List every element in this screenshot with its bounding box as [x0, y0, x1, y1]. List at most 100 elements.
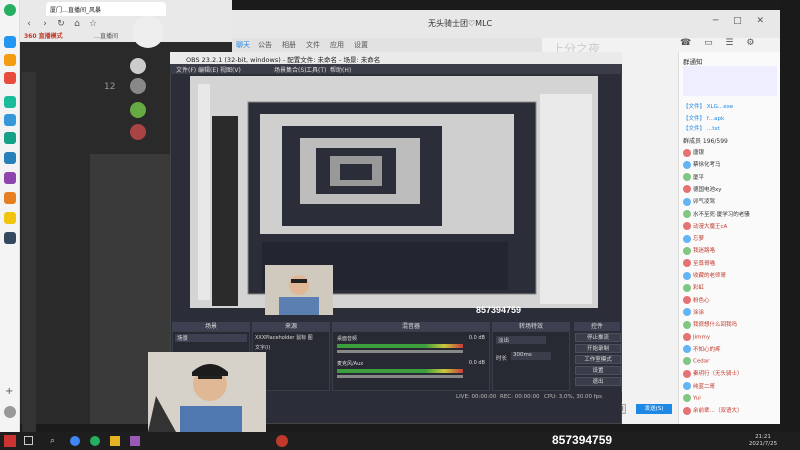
mixer-track-1-db: 0.0 dB	[468, 335, 485, 341]
member-row[interactable]: 卯气凌驾	[683, 197, 715, 208]
home-icon[interactable]: ⌂	[72, 19, 82, 29]
window-controls[interactable]: ─ □ ✕	[713, 16, 770, 26]
member-row[interactable]: 收藏的老师哥	[683, 271, 726, 282]
settings-button[interactable]: 设置	[575, 366, 621, 375]
member-row[interactable]: 至尊哥喵	[683, 259, 715, 270]
member-row[interactable]: Jimmy	[683, 332, 711, 344]
chrome-icon[interactable]	[70, 436, 80, 446]
source-item-2[interactable]: 文字(I)	[255, 344, 270, 351]
app-icon-1[interactable]	[4, 36, 16, 48]
member-row[interactable]: 粉色心	[683, 296, 710, 307]
member-name: 水不至死·厦学习的老骚	[693, 211, 750, 218]
file-2[interactable]: 【文件】 f…apk	[683, 114, 724, 122]
member-row[interactable]: Yui	[683, 394, 701, 405]
app-icon-2[interactable]	[4, 54, 16, 66]
member-avatar	[683, 185, 691, 194]
member-row[interactable]: 涂涂	[683, 308, 704, 319]
studio-mode-button[interactable]: 工作室模式	[575, 355, 621, 364]
menu-file[interactable]: 文件(F)	[176, 65, 196, 74]
obs-taskbar-icon[interactable]	[276, 435, 288, 447]
member-row[interactable]: 彩虹	[683, 283, 704, 294]
member-row[interactable]: 我迷路咯	[683, 246, 715, 257]
app-icon-11[interactable]	[4, 232, 16, 244]
mixer-slider-2[interactable]	[337, 375, 463, 378]
duration-input[interactable]: 300ms	[511, 352, 551, 360]
member-row[interactable]: 动漫大魔王cA	[683, 222, 727, 233]
member-row[interactable]: 余前辈…（双语大）	[683, 406, 743, 417]
member-row[interactable]: 水不至死·厦学习的老骚	[683, 210, 750, 221]
stop-stream-button[interactable]: 停止推流	[575, 333, 621, 342]
source-item-1[interactable]: XXXPlaceholder 鼠标 图	[255, 334, 313, 341]
right-strip	[780, 0, 800, 432]
member-row[interactable]: 纯蓝二哥	[683, 382, 715, 393]
member-name: 德国电池xy	[693, 186, 722, 193]
member-name: Cedar	[693, 358, 710, 365]
start-recording-button[interactable]: 开始录制	[575, 344, 621, 353]
file-3[interactable]: 【文件】 …txt	[683, 124, 720, 132]
send-button[interactable]: 发送(S)	[636, 404, 672, 414]
search-icon[interactable]: ⌕	[50, 436, 55, 446]
member-avatar	[683, 369, 691, 378]
menu-tools[interactable]: 工具(T)	[306, 65, 326, 74]
scene-item[interactable]: 场景	[175, 334, 247, 342]
refresh-icon[interactable]: ↻	[56, 19, 66, 29]
member-row[interactable]: 秦玥行（无头骑士）	[683, 369, 743, 380]
member-row[interactable]: Cedar	[683, 357, 709, 368]
app-icon-6[interactable]	[4, 132, 16, 144]
windows-icon[interactable]	[24, 436, 33, 445]
app-icon-3[interactable]	[4, 72, 16, 84]
qq-toolbar-icons[interactable]: ☎ ▭ ☰ ⚙	[680, 38, 759, 48]
viewer-count: 857394759	[552, 433, 613, 447]
member-row[interactable]: 我很想什么回我吗	[683, 320, 737, 331]
tab2-title[interactable]: …直播间	[94, 31, 118, 40]
app-dock: +	[0, 0, 20, 432]
qq-nav-notice[interactable]: 公告	[258, 40, 272, 50]
qq-nav-files[interactable]: 文件	[306, 40, 320, 50]
settings-icon[interactable]	[4, 406, 16, 418]
explorer-icon[interactable]	[110, 436, 120, 446]
add-icon[interactable]: +	[5, 386, 13, 397]
app-icon-8[interactable]	[4, 172, 16, 184]
member-row[interactable]: 唐银	[683, 148, 704, 159]
group-title: 无头骑士团♡MLC	[428, 19, 493, 28]
member-name: Jimmy	[693, 334, 711, 340]
qq-nav-settings[interactable]: 设置	[354, 40, 368, 50]
member-row[interactable]: 忘萝	[683, 234, 704, 245]
sources-header: 来源	[252, 322, 330, 331]
mixer-slider-1[interactable]	[337, 350, 463, 353]
qq-nav-apps[interactable]: 应用	[330, 40, 344, 50]
app-icon-5[interactable]	[4, 114, 16, 126]
member-row[interactable]: 德国电池xy	[683, 185, 722, 196]
menu-edit[interactable]: 编辑(E)	[198, 65, 218, 74]
member-avatar	[683, 406, 691, 415]
exit-button[interactable]: 退出	[575, 377, 621, 386]
browser-logo-icon[interactable]	[4, 4, 16, 16]
transition-select[interactable]: 淡出	[496, 336, 546, 344]
forward-icon[interactable]: ›	[40, 19, 50, 29]
back-icon[interactable]: ‹	[24, 19, 34, 29]
obs-menubar: 文件(F) 编辑(E) 视图(V) 场景集合(S) 工具(T) 帮助(H)	[170, 64, 622, 74]
app-icon-10[interactable]	[4, 212, 16, 224]
app-icon-7[interactable]	[4, 152, 16, 164]
bookmark-icon[interactable]: ☆	[88, 19, 98, 29]
member-avatar	[683, 160, 691, 169]
member-row[interactable]: 厦平	[683, 173, 704, 184]
app-icon-9[interactable]	[4, 192, 16, 204]
member-name: Yui	[693, 395, 701, 402]
member-row[interactable]: 蔡徐化考马	[683, 160, 721, 171]
member-avatar	[683, 197, 691, 206]
viewer-overlay: 857394759	[476, 305, 522, 315]
obs-preview[interactable]	[190, 76, 598, 308]
start-icon[interactable]	[4, 435, 16, 447]
taskbar: ⌕	[0, 432, 800, 450]
menu-scene-collection[interactable]: 场景集合(S)	[274, 65, 307, 74]
360-icon[interactable]	[90, 436, 100, 446]
member-row[interactable]: 不知心的疼	[683, 345, 721, 356]
menu-view[interactable]: 视图(V)	[220, 65, 241, 74]
menu-help[interactable]: 帮助(H)	[330, 65, 351, 74]
premiere-icon[interactable]	[130, 436, 140, 446]
file-1[interactable]: 【文件】 XLG…exe	[683, 102, 733, 110]
app-icon-4[interactable]	[4, 96, 16, 108]
qq-nav-album[interactable]: 相册	[282, 40, 296, 50]
qq-nav-chat[interactable]: 聊天	[236, 40, 250, 50]
